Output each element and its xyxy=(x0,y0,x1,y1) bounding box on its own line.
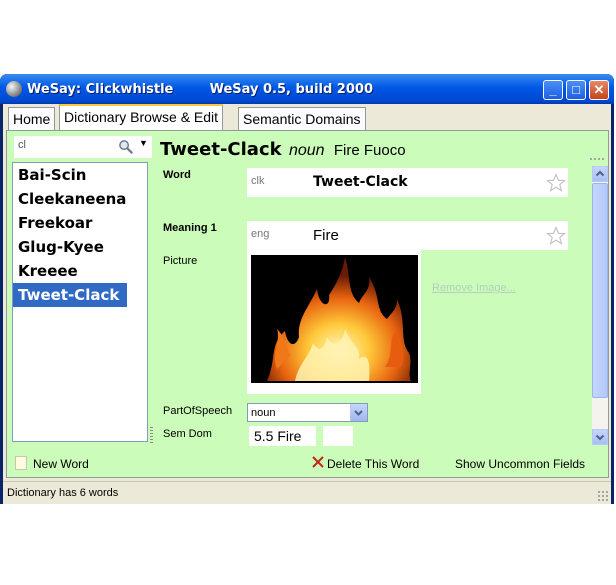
word-list-item-selected[interactable]: Tweet-Clack xyxy=(13,283,127,307)
title-bar[interactable]: WeSay: Clickwhistle WeSay 0.5, build 200… xyxy=(0,74,614,104)
part-of-speech-label: PartOfSpeech xyxy=(163,405,233,417)
sem-dom-label: Sem Dom xyxy=(163,428,212,440)
word-list-item[interactable]: Freekoar xyxy=(13,211,127,235)
delete-word-button[interactable]: Delete This Word xyxy=(327,457,419,471)
resize-grip-icon[interactable] xyxy=(597,490,609,502)
sem-dom-add-field[interactable] xyxy=(323,426,353,446)
word-field-value[interactable]: Tweet-Clack xyxy=(313,174,408,190)
entry-pos: noun xyxy=(288,142,325,159)
remove-image-link[interactable]: Remove Image... xyxy=(432,282,516,294)
sem-dom-field[interactable]: 5.5 Fire xyxy=(249,426,316,446)
writing-system-code: clk xyxy=(251,175,265,187)
word-field-label: Word xyxy=(163,169,191,181)
entry-headword: Tweet-Clack xyxy=(160,139,282,160)
maximize-button[interactable]: □ xyxy=(566,80,586,100)
vertical-scrollbar[interactable] xyxy=(592,166,608,445)
picture-field-label: Picture xyxy=(163,255,198,267)
new-word-button[interactable]: New Word xyxy=(33,457,89,471)
search-icon[interactable] xyxy=(118,139,133,154)
minimize-button[interactable]: _ xyxy=(543,80,563,100)
new-word-icon[interactable] xyxy=(15,456,27,470)
client-area: Home Dictionary Browse & Edit Semantic D… xyxy=(3,104,611,504)
search-dropdown-icon[interactable]: ▼ xyxy=(139,138,148,148)
word-field[interactable]: clk Tweet-Clack xyxy=(247,168,568,197)
search-box: ▼ xyxy=(14,136,152,158)
part-of-speech-value: noun xyxy=(251,407,276,419)
tab-dictionary-browse-edit[interactable]: Dictionary Browse & Edit xyxy=(59,104,224,131)
tab-semantic-domains[interactable]: Semantic Domains xyxy=(238,107,366,130)
entry-gloss: Fire Fuoco xyxy=(333,142,406,159)
close-button[interactable]: ✕ xyxy=(589,80,609,100)
meaning-field-label: Meaning 1 xyxy=(163,222,217,234)
writing-system-code: eng xyxy=(251,228,270,240)
status-text: Dictionary has 6 words xyxy=(7,487,119,499)
meaning-field-value[interactable]: Fire xyxy=(313,227,339,244)
status-bar: Dictionary has 6 words xyxy=(3,481,611,504)
word-list-item[interactable]: Bai-Scin xyxy=(13,163,127,187)
part-of-speech-select[interactable]: noun xyxy=(247,403,368,422)
search-input[interactable] xyxy=(18,139,110,151)
window-title: WeSay: Clickwhistle WeSay 0.5, build 200… xyxy=(27,82,373,97)
word-list-item[interactable]: Cleekaneena xyxy=(13,187,127,211)
sem-dom-value[interactable]: 5.5 Fire xyxy=(254,428,301,444)
action-bar: New Word Delete This Word Show Uncommon … xyxy=(7,449,608,477)
app-window: WeSay: Clickwhistle WeSay 0.5, build 200… xyxy=(0,74,614,504)
app-icon xyxy=(6,81,22,97)
tab-home[interactable]: Home xyxy=(8,107,56,130)
grip-icon xyxy=(589,157,605,161)
fire-picture[interactable] xyxy=(247,249,421,394)
word-list[interactable]: Bai-Scin Cleekaneena Freekoar Glug-Kyee … xyxy=(12,162,148,442)
entry-header: Tweet-Clack noun Fire Fuoco xyxy=(160,139,406,160)
scroll-thumb[interactable] xyxy=(592,183,608,398)
word-list-item[interactable]: Kreeee xyxy=(13,259,127,283)
meaning-field[interactable]: eng Fire xyxy=(247,221,568,250)
fire-image xyxy=(251,255,418,383)
word-list-item[interactable]: Glug-Kyee xyxy=(13,235,127,259)
show-uncommon-fields-button[interactable]: Show Uncommon Fields xyxy=(455,457,585,471)
splitter-grip[interactable] xyxy=(150,427,153,443)
dictionary-page: ▼ Bai-Scin Cleekaneena Freekoar Glug-Kye… xyxy=(6,130,609,478)
delete-icon[interactable] xyxy=(311,455,325,469)
star-icon[interactable] xyxy=(546,173,566,193)
dropdown-arrow-icon[interactable] xyxy=(350,404,367,421)
scroll-down-button[interactable] xyxy=(592,429,608,445)
scroll-up-button[interactable] xyxy=(592,166,608,182)
star-icon[interactable] xyxy=(546,226,566,246)
